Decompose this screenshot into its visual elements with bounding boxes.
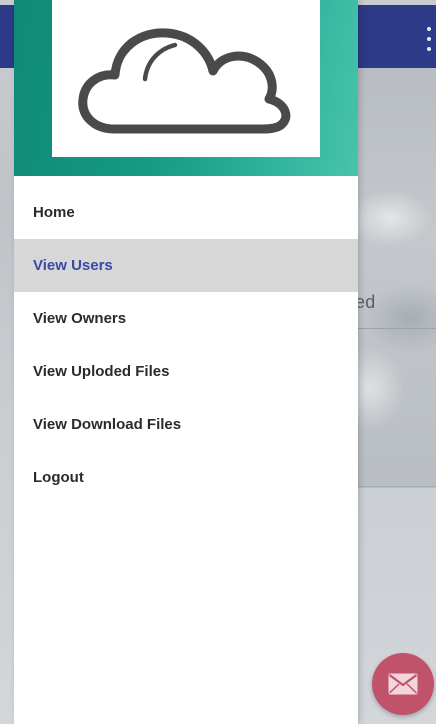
mail-icon — [388, 673, 418, 695]
menu-item-view-owners[interactable]: View Owners — [14, 292, 358, 345]
menu-item-label: View Owners — [33, 310, 127, 327]
more-vertical-icon[interactable] — [424, 27, 434, 51]
mail-fab-button[interactable] — [372, 653, 434, 715]
drawer-logo — [52, 0, 320, 157]
navigation-drawer: Home View Users View Owners View Uploded… — [14, 0, 358, 724]
menu-item-view-uploaded-files[interactable]: View Uploded Files — [14, 345, 358, 398]
menu-item-view-download-files[interactable]: View Download Files — [14, 398, 358, 451]
menu-item-logout[interactable]: Logout — [14, 451, 358, 504]
screen: ed Home View Users View Owners View Uplo… — [0, 0, 436, 724]
menu-item-label: View Uploded Files — [33, 363, 170, 380]
menu-item-label: Home — [33, 204, 75, 221]
menu-item-view-users[interactable]: View Users — [14, 239, 358, 292]
menu-item-label: View Download Files — [33, 416, 182, 433]
drawer-header — [14, 0, 358, 176]
menu-item-label: Logout — [33, 469, 84, 486]
background-partial-text: ed — [355, 292, 376, 312]
menu-item-home[interactable]: Home — [14, 186, 358, 239]
cloud-icon — [78, 27, 291, 133]
drawer-menu: Home View Users View Owners View Uploded… — [14, 186, 358, 504]
menu-item-label: View Users — [33, 257, 113, 274]
